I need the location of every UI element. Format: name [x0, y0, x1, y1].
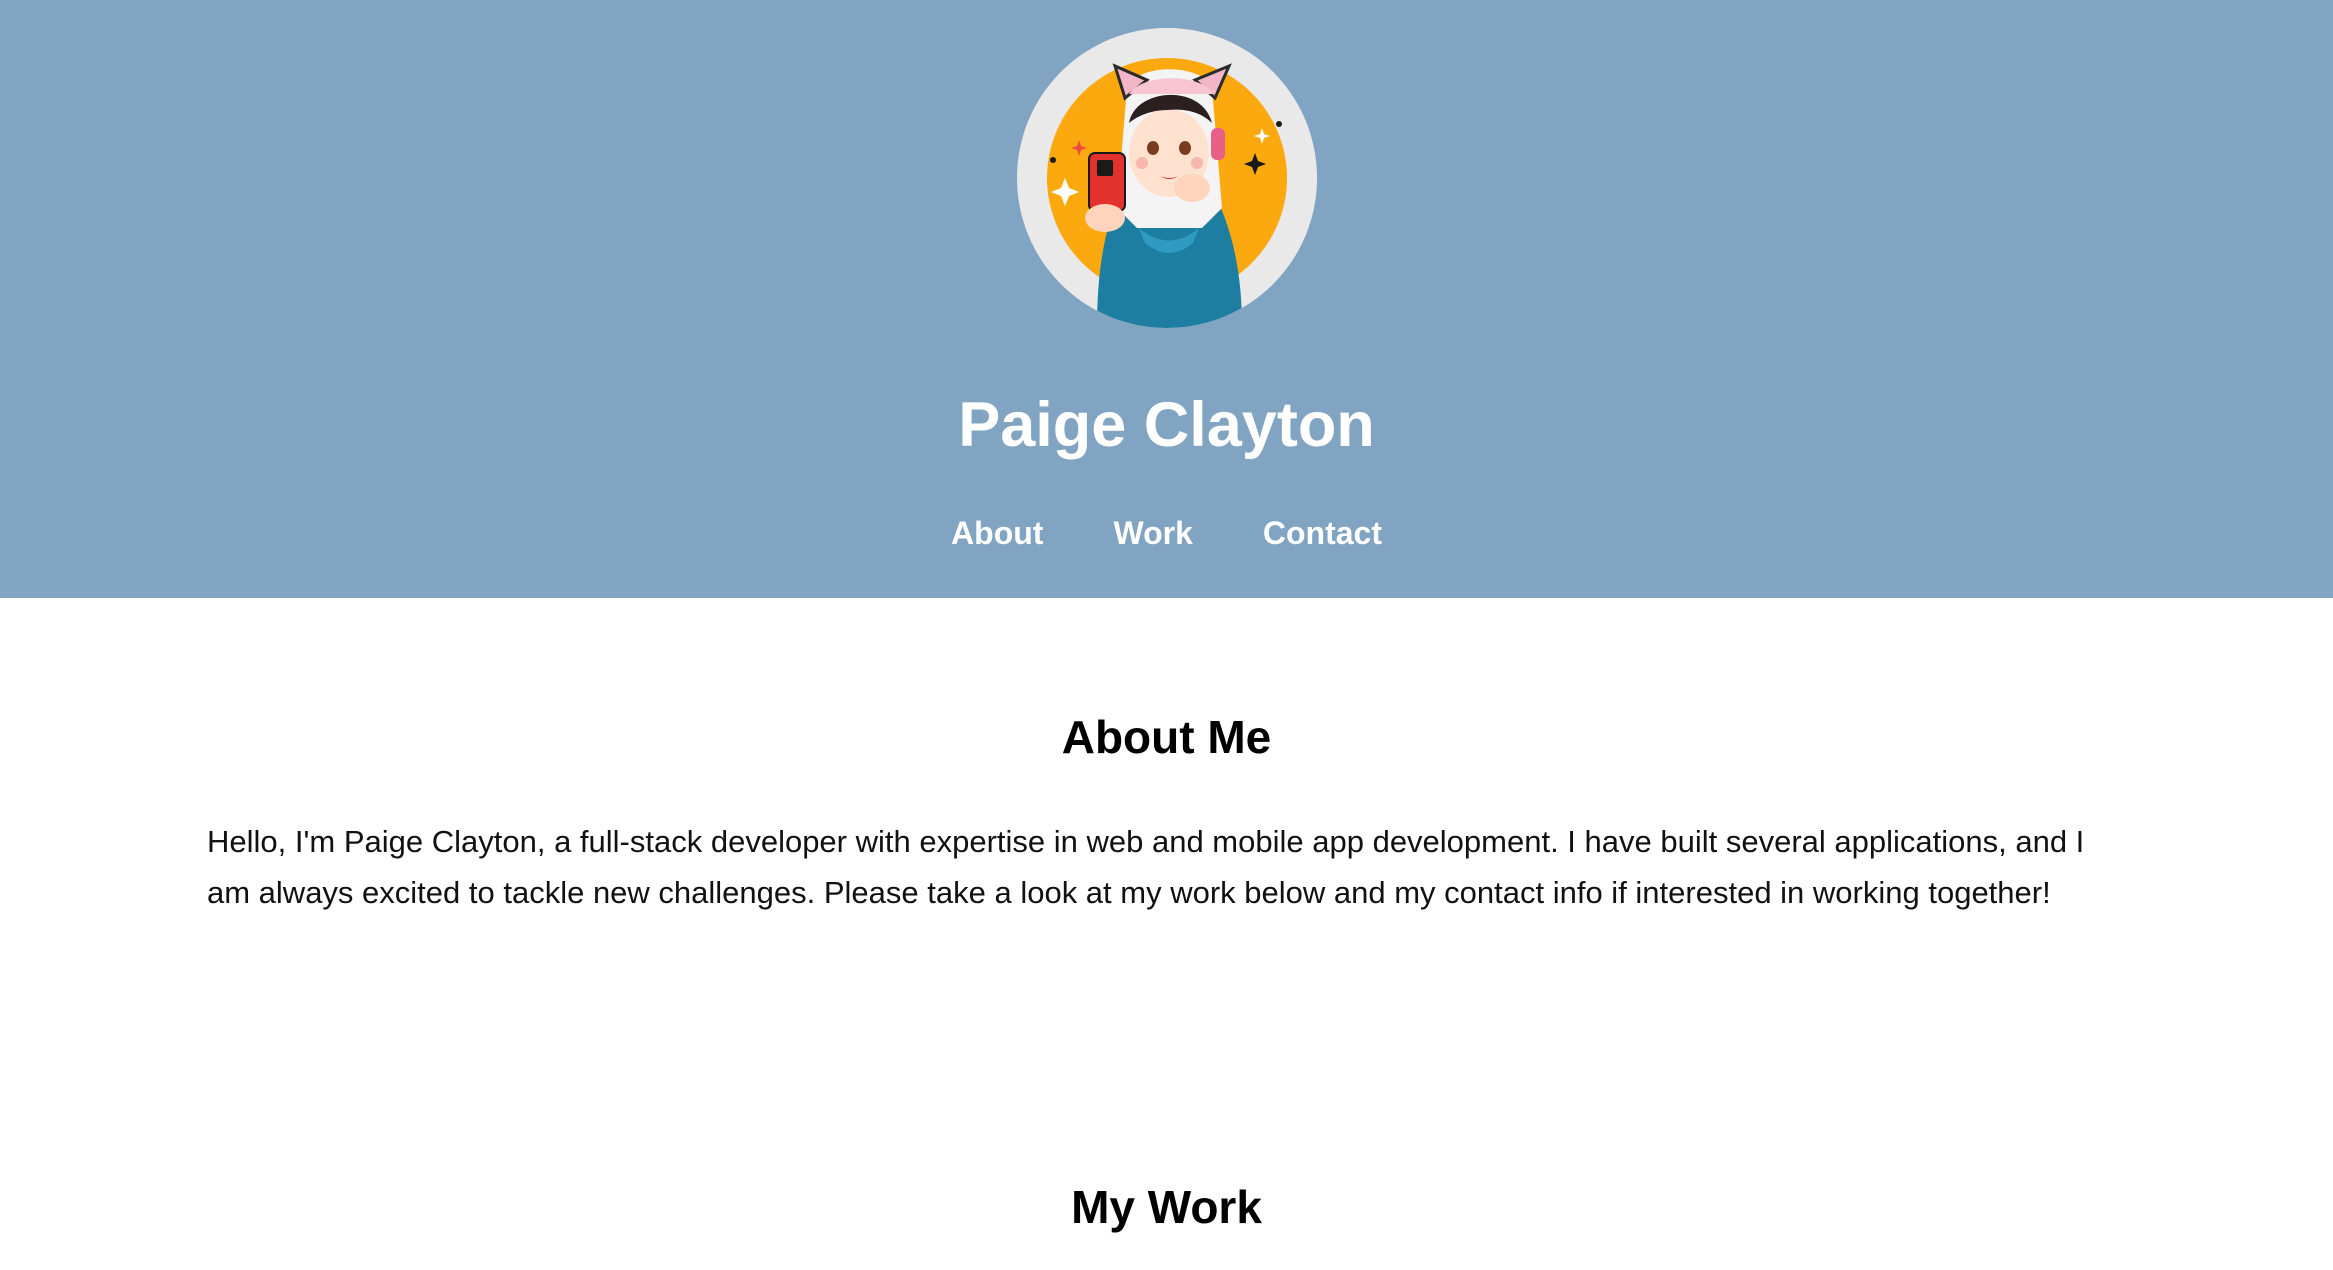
- nav-work-link[interactable]: Work: [1113, 508, 1192, 558]
- work-section-title: My Work: [1071, 1181, 1262, 1233]
- site-header: Paige Clayton About Work Contact: [0, 0, 2333, 598]
- nav-about-link[interactable]: About: [951, 508, 1043, 558]
- avatar: [1017, 28, 1317, 328]
- main-nav: About Work Contact: [0, 508, 2333, 558]
- avatar-illustration-icon: [1017, 28, 1317, 328]
- nav-contact-link[interactable]: Contact: [1263, 508, 1382, 558]
- about-section-title: About Me: [1061, 711, 1272, 763]
- about-paragraph: Hello, I'm Paige Clayton, a full-stack d…: [207, 824, 2085, 910]
- site-title: Paige Clayton: [958, 390, 1375, 460]
